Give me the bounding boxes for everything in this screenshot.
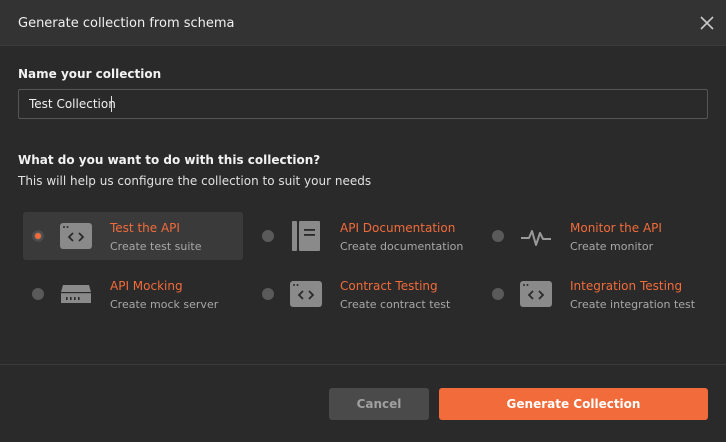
collection-name-input[interactable] [18,89,708,119]
server-icon [59,279,93,309]
radio-button[interactable] [492,230,504,242]
option-test-api[interactable]: Test the API Create test suite [23,212,243,260]
option-description: Create monitor [570,240,654,253]
code-window-icon [519,279,553,309]
option-title: Integration Testing [570,279,683,293]
option-description: Create test suite [110,240,202,253]
purpose-subtext: This will help us configure the collecti… [18,174,372,188]
radio-button[interactable] [492,288,504,300]
purpose-question: What do you want to do with this collect… [18,153,321,167]
radio-button[interactable] [262,288,274,300]
dialog-title: Generate collection from schema [18,16,235,31]
code-window-icon [289,279,323,309]
code-window-icon [59,221,93,251]
option-api-mocking[interactable]: API Mocking Create mock server [23,270,243,318]
option-description: Create documentation [340,240,464,253]
generate-collection-button[interactable]: Generate Collection [439,388,708,420]
close-icon[interactable] [698,14,716,32]
radio-button[interactable] [32,230,44,242]
option-contract-testing[interactable]: Contract Testing Create contract test [253,270,473,318]
pulse-icon [519,221,553,251]
generate-collection-dialog: Generate collection from schema Name you… [0,0,726,442]
option-description: Create integration test [570,298,696,311]
option-title: Test the API [110,221,180,235]
radio-button[interactable] [32,288,44,300]
collection-name-label: Name your collection [18,67,162,81]
radio-button[interactable] [262,230,274,242]
option-api-documentation[interactable]: API Documentation Create documentation [253,212,473,260]
option-description: Create mock server [110,298,219,311]
text-caret [111,96,112,112]
option-title: Contract Testing [340,279,438,293]
document-icon [289,221,323,251]
dialog-header: Generate collection from schema [0,0,726,46]
option-title: API Documentation [340,221,456,235]
option-integration-testing[interactable]: Integration Testing Create integration t… [483,270,703,318]
option-monitor-api[interactable]: Monitor the API Create monitor [483,212,703,260]
option-title: API Mocking [110,279,183,293]
option-description: Create contract test [340,298,451,311]
footer-divider [0,364,726,365]
option-title: Monitor the API [570,221,662,235]
cancel-button[interactable]: Cancel [329,388,429,420]
